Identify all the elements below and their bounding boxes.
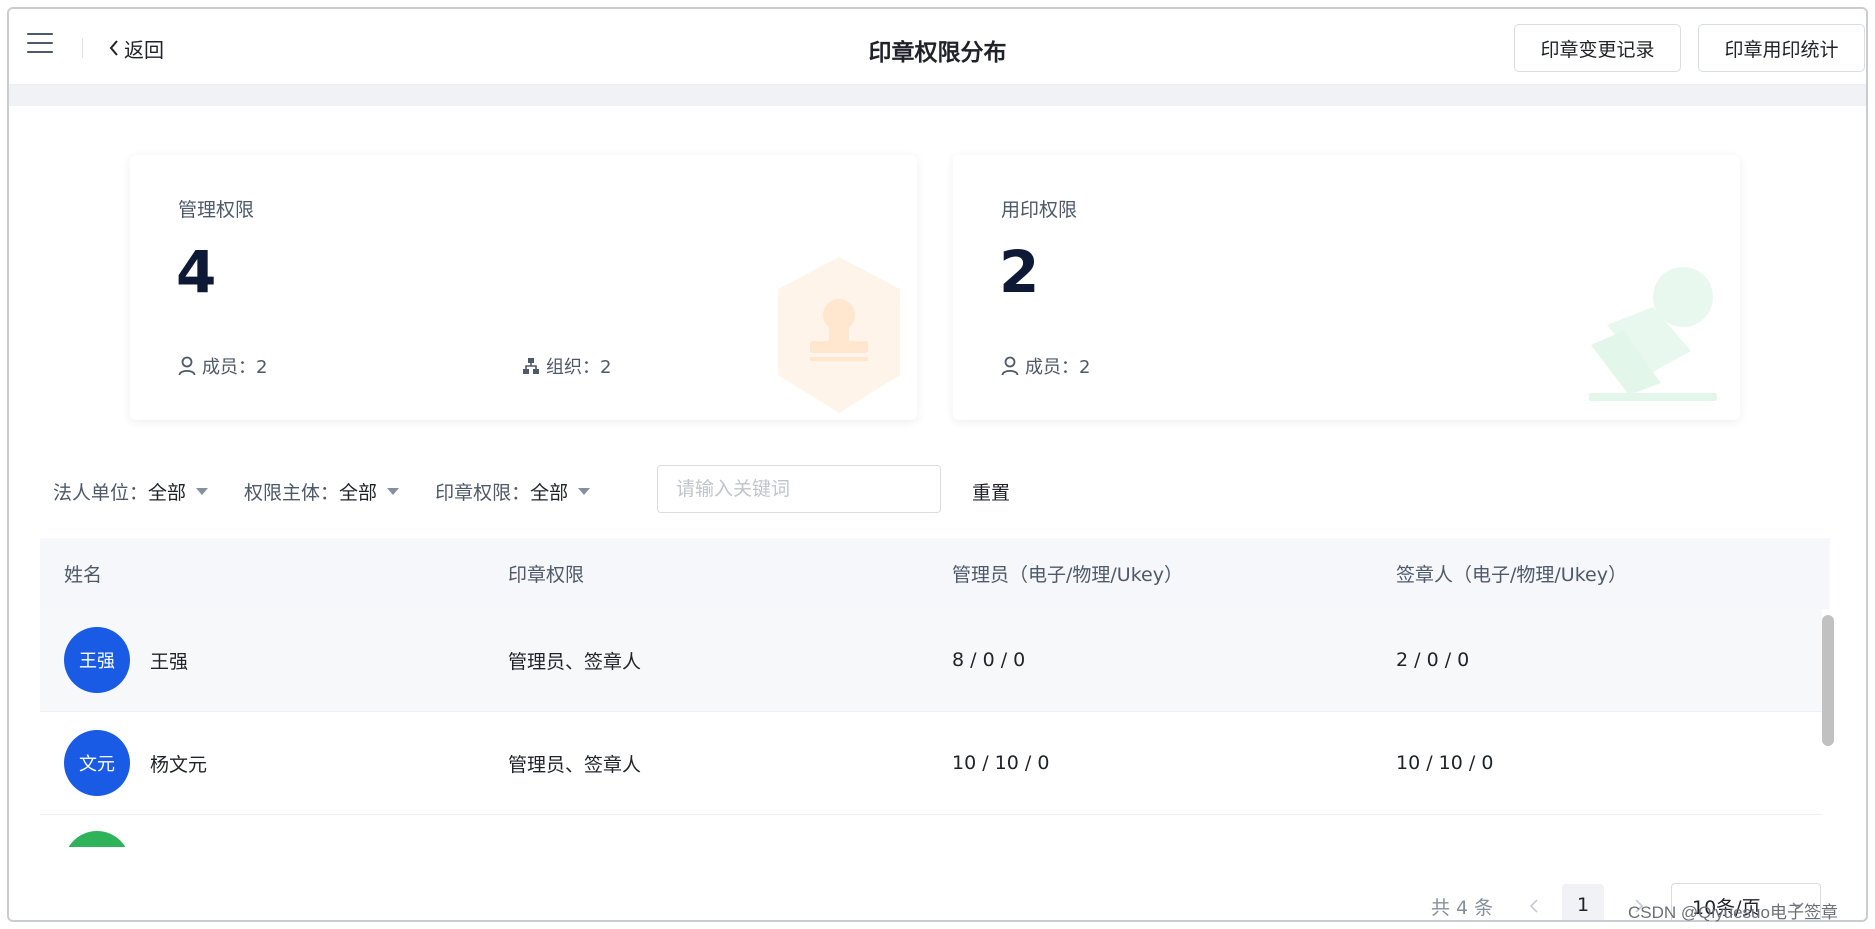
menu-icon[interactable] [27,33,53,55]
filter-label: 法人单位： [53,481,149,504]
caret-down-icon [578,487,591,495]
seal-change-log-button[interactable]: 印章变更记录 [1514,24,1681,72]
table-row[interactable] [40,815,1822,847]
user-icon [178,356,196,376]
org-icon [523,358,539,374]
table-body: 王强 王强 管理员、签章人 8 / 0 / 0 2 / 0 / 0 文元 杨文元… [40,609,1830,847]
signer-count-cell: 10 / 10 / 0 [1396,752,1494,774]
divider [82,38,83,58]
shield-stamp-icon [778,257,900,413]
admin-count-cell: 8 / 0 / 0 [952,649,1026,671]
avatar: 王强 [64,627,130,693]
filter-value: 全部 [530,481,569,504]
filter-value: 全部 [148,481,187,504]
use-permission-card: 用印权限 2 成员：2 [953,155,1740,420]
card-count: 2 [999,238,1040,306]
app-window: 返回 印章权限分布 印章变更记录 印章用印统计 管理权限 4 成员：2 组织：2… [7,7,1868,922]
caret-down-icon [387,487,400,495]
watermark-text: CSDN @Qiyuesuo电子签章 [1628,903,1838,922]
avatar: 文元 [64,730,130,796]
reset-button[interactable]: 重置 [972,478,1010,505]
prev-page-button[interactable] [1517,889,1551,920]
column-header-permission: 印章权限 [508,564,585,586]
card-label: 管理权限 [178,199,255,221]
user-icon [1001,356,1019,376]
permission-subject-filter[interactable]: 权限主体： 全部 [244,478,400,505]
column-header-name: 姓名 [64,564,103,586]
user-name: 王强 [150,650,189,673]
table-row[interactable]: 王强 王强 管理员、签章人 8 / 0 / 0 2 / 0 / 0 [40,609,1822,712]
members-count: 成员：2 [178,353,267,379]
total-count: 共 4 条 [1431,897,1494,919]
card-label: 用印权限 [1001,199,1078,221]
back-button[interactable]: 返回 [108,35,164,62]
keyword-search-input[interactable] [657,465,941,513]
seal-permission-cell: 管理员、签章人 [508,650,642,673]
column-header-signer: 签章人（电子/物理/Ukey） [1396,564,1627,586]
page-number[interactable]: 1 [1562,884,1604,920]
scrollbar-thumb[interactable] [1822,615,1834,746]
table-row[interactable]: 文元 杨文元 管理员、签章人 10 / 10 / 0 10 / 10 / 0 [40,712,1822,815]
admin-count-cell: 10 / 10 / 0 [952,752,1050,774]
legal-entity-filter[interactable]: 法人单位： 全部 [53,478,209,505]
seal-permission-cell: 管理员、签章人 [508,753,642,776]
pagination: 共 4 条 1 10条/页 [9,883,1866,920]
caret-down-icon [196,487,209,495]
signer-count-cell: 2 / 0 / 0 [1396,649,1470,671]
seal-permission-filter[interactable]: 印章权限： 全部 [435,478,591,505]
filter-value: 全部 [339,481,378,504]
members-text: 成员：2 [202,357,268,378]
members-count: 成员：2 [1001,353,1090,379]
table-header: 姓名 印章权限 管理员（电子/物理/Ukey） 签章人（电子/物理/Ukey） [40,538,1830,609]
header-separator [9,85,1866,106]
orgs-text: 组织：2 [546,357,612,378]
back-label: 返回 [124,37,164,62]
user-name: 杨文元 [150,753,208,776]
seal-usage-stats-button[interactable]: 印章用印统计 [1698,24,1865,72]
chevron-left-icon [1529,899,1538,913]
filter-label: 权限主体： [244,481,340,504]
manage-permission-card: 管理权限 4 成员：2 组织：2 [130,155,917,420]
card-count: 4 [176,238,217,306]
stamp-icon [1589,267,1717,401]
chevron-left-icon [109,40,118,56]
top-bar: 返回 印章权限分布 印章变更记录 印章用印统计 [9,9,1866,85]
members-text: 成员：2 [1025,357,1091,378]
filter-bar: 法人单位： 全部 权限主体： 全部 印章权限： 全部 [53,467,626,515]
column-header-admin: 管理员（电子/物理/Ukey） [952,564,1183,586]
filter-label: 印章权限： [435,481,531,504]
orgs-count: 组织：2 [522,353,611,379]
avatar [64,831,130,847]
